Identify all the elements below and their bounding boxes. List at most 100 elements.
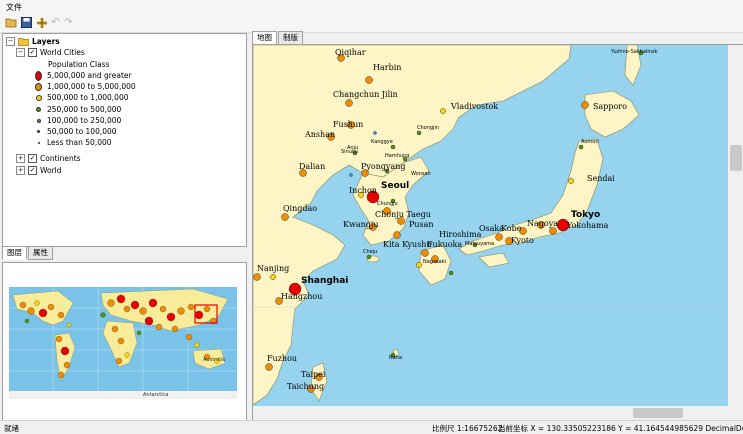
add-data-icon[interactable]: [35, 16, 48, 29]
map-label: Yokohama: [566, 221, 609, 230]
legend-item: 250,000 to 500,000: [35, 104, 121, 115]
map-label-seoul: Seoul: [381, 181, 409, 191]
map-label-small: Cheju: [363, 249, 377, 255]
legend-swatch: [35, 94, 42, 101]
legend-swatch: [37, 141, 40, 144]
map-label-small: Nagasaki: [423, 259, 446, 265]
legend-item: 50,000 to 100,000: [35, 126, 117, 137]
toc-continents-row[interactable]: + ✓ Continents: [16, 153, 81, 164]
map-label-small: Hamhung: [385, 153, 409, 159]
layer-name-world: World: [40, 166, 62, 175]
legend-label: 1,000,000 to 5,000,000: [47, 82, 136, 91]
status-coordinates: 当前坐标 X = 130.33505223186 Y = 41.16454498…: [498, 424, 743, 433]
map-label: Pusan: [409, 220, 434, 229]
map-vertical-scrollbar: [728, 45, 743, 406]
legend-item: 5,000,000 and greater: [35, 70, 132, 81]
visibility-checkbox[interactable]: ✓: [28, 48, 37, 57]
layer-name-continents: Continents: [40, 154, 81, 163]
map-label: Chonju Taegu: [375, 210, 431, 219]
map-label: Changchun Jilin: [333, 90, 398, 99]
toc-layers-row[interactable]: − Layers: [6, 36, 60, 47]
map-vertical-scroll-thumb: [730, 145, 742, 171]
map-label-shanghai: Shanghai: [301, 276, 348, 286]
legend-item: Less than 50,000: [35, 137, 112, 148]
map-label: Kwangju: [343, 220, 379, 229]
map-label-small: Matsuyama: [465, 241, 494, 247]
main-map-view[interactable]: Seoul Tokyo Shanghai Qiqihar Harbin Chan…: [252, 44, 743, 421]
map-label: Kyoto: [511, 236, 534, 245]
map-label: Fukuoka: [427, 240, 462, 249]
open-folder-icon[interactable]: [4, 16, 17, 29]
legend-label: 5,000,000 and greater: [47, 71, 132, 80]
map-label: Anshan: [304, 130, 335, 139]
map-label: Hangzhou: [281, 292, 322, 301]
legend-swatch: [36, 107, 41, 112]
map-label: Sendai: [587, 174, 615, 183]
legend-label: Less than 50,000: [47, 138, 112, 147]
collapse-icon[interactable]: −: [6, 37, 15, 46]
overview-label-antarctica: Antarctica: [143, 392, 168, 398]
map-label: Sapporo: [593, 102, 627, 111]
legend-swatch: [35, 70, 42, 81]
map-label: Pyongyang: [361, 162, 406, 171]
map-label: Kita Kyushu: [383, 240, 432, 249]
map-label-small: Chongjin: [417, 125, 439, 131]
map-label-tokyo: Tokyo: [571, 210, 600, 220]
status-scale: 比例尺 1:16675262: [432, 424, 503, 433]
legend-label: 100,000 to 250,000: [47, 116, 122, 125]
map-label: Taichung: [287, 382, 324, 391]
map-label: Fuzhou: [267, 354, 297, 363]
save-icon[interactable]: [20, 16, 33, 29]
overview-map-canvas: Australia Antarctica: [9, 287, 237, 399]
tab-layout[interactable]: 制版: [278, 31, 303, 45]
legend-item: 1,000,000 to 5,000,000: [35, 81, 136, 92]
layers-icon: [18, 38, 29, 46]
toc-world-cities-row[interactable]: − ✓ World Cities: [16, 47, 85, 58]
map-label: Qingdao: [283, 204, 317, 213]
map-label: Hiroshima: [439, 230, 482, 239]
expand-icon[interactable]: +: [16, 166, 25, 175]
toc-root-label: Layers: [32, 37, 60, 46]
undo-icon[interactable]: ↶: [49, 16, 62, 29]
legend-label: 250,000 to 500,000: [47, 105, 122, 114]
map-label: Nanjing: [257, 264, 289, 273]
map-view-tabs: 地图 制版: [252, 31, 743, 45]
map-label: Kobe: [501, 224, 522, 233]
map-label: Inchon: [349, 186, 377, 195]
map-label: Vladivostok: [450, 102, 498, 111]
visibility-checkbox[interactable]: ✓: [28, 166, 37, 175]
legend-swatch: [35, 82, 42, 91]
map-label: Nagoya: [527, 219, 558, 228]
menu-file[interactable]: 文件: [6, 2, 22, 13]
map-label-small: Chungju: [377, 201, 398, 207]
map-label-small: Anju: [347, 145, 358, 151]
map-label: Dalian: [299, 162, 325, 171]
tab-map[interactable]: 地图: [252, 31, 277, 45]
map-label-small: Kanggye: [371, 139, 393, 145]
tab-layers[interactable]: 图层: [2, 246, 27, 260]
status-ready: 就绪: [4, 424, 19, 433]
status-bar: 就绪 比例尺 1:16675262 当前坐标 X = 130.335052231…: [0, 420, 743, 434]
legend-item: 100,000 to 250,000: [35, 115, 121, 126]
layer-name-world-cities: World Cities: [40, 48, 85, 57]
overview-label-australia: Australia: [203, 357, 225, 363]
map-label-small: Yuzhno-Sakhalinsk: [610, 49, 657, 55]
visibility-checkbox[interactable]: ✓: [28, 154, 37, 163]
legend-item: 500,000 to 1,000,000: [35, 92, 128, 103]
collapse-icon[interactable]: −: [16, 48, 25, 57]
redo-icon[interactable]: ↷: [62, 16, 75, 29]
population-class-heading: Population Class: [48, 60, 110, 69]
legend-swatch: [36, 118, 41, 123]
toc-world-row[interactable]: + ✓ World: [16, 165, 62, 176]
expand-icon[interactable]: +: [16, 154, 25, 163]
overview-map[interactable]: Australia Antarctica: [2, 262, 247, 421]
map-label: Harbin: [373, 63, 401, 72]
map-label: Taipei: [301, 370, 326, 379]
tab-properties[interactable]: 属性: [28, 246, 53, 260]
map-label-small: Wonsan: [411, 171, 431, 177]
map-horizontal-scroll-thumb: [633, 408, 683, 418]
legend-swatch: [37, 130, 40, 133]
left-panel-tabs: 图层 属性: [2, 246, 245, 260]
map-label: Qiqihar: [335, 48, 366, 57]
map-label: Fushun: [333, 120, 363, 129]
